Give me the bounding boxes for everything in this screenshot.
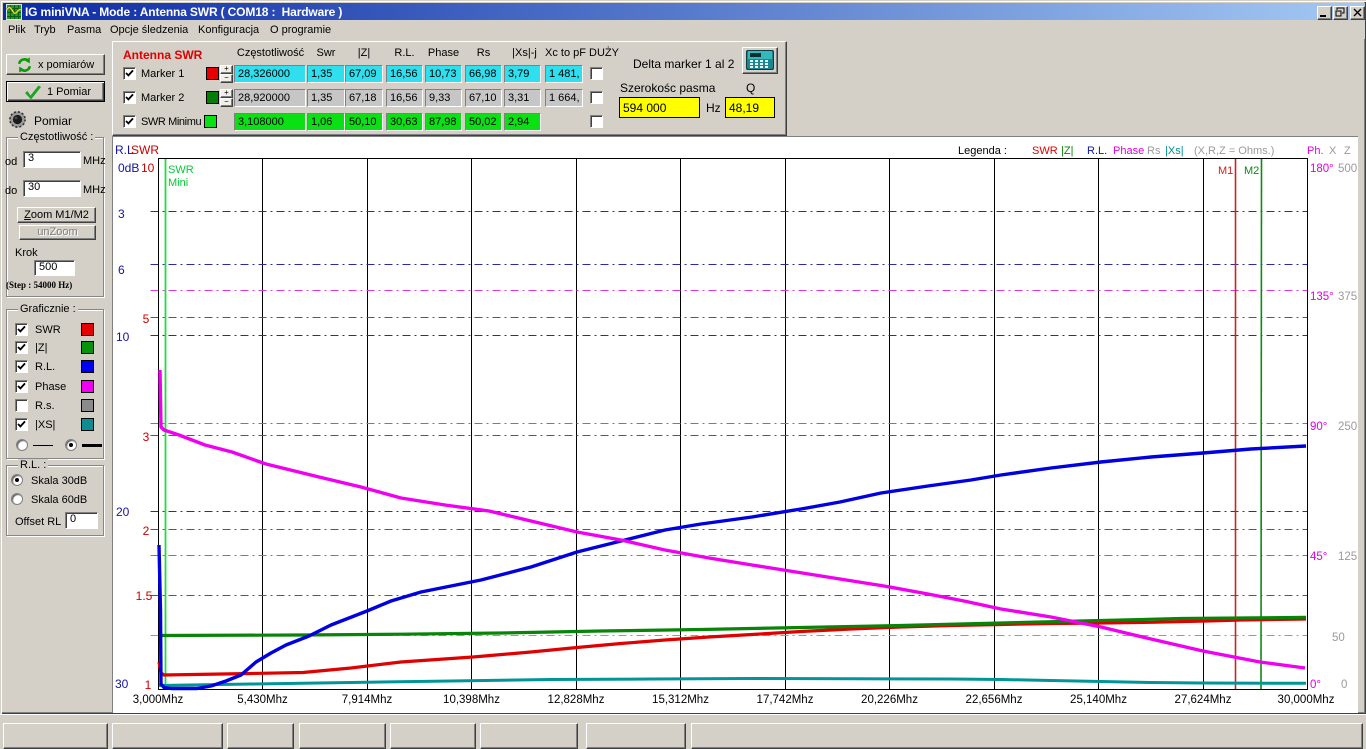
svg-text:1.5: 1.5	[136, 589, 153, 603]
svg-text:Phase: Phase	[1113, 145, 1144, 157]
svg-text:(X,R,Z = Ohms.): (X,R,Z = Ohms.)	[1194, 145, 1274, 157]
svg-text:45°: 45°	[1310, 551, 1327, 563]
svg-text:20,226Mhz: 20,226Mhz	[861, 694, 918, 706]
svg-text:10,398Mhz: 10,398Mhz	[443, 694, 500, 706]
svg-text:5: 5	[143, 312, 150, 326]
svg-text:|Z|: |Z|	[1061, 145, 1073, 157]
svg-text:12,828Mhz: 12,828Mhz	[548, 694, 605, 706]
svg-text:17,742Mhz: 17,742Mhz	[757, 694, 814, 706]
svg-text:25,140Mhz: 25,140Mhz	[1070, 694, 1127, 706]
svg-text:SWR: SWR	[168, 164, 194, 176]
svg-text:0°: 0°	[1310, 679, 1321, 691]
svg-text:2: 2	[143, 524, 150, 538]
svg-text:375: 375	[1338, 291, 1357, 303]
svg-text:20: 20	[116, 505, 130, 519]
svg-text:1: 1	[145, 678, 152, 692]
svg-text:22,656Mhz: 22,656Mhz	[966, 694, 1023, 706]
svg-text:Mini: Mini	[168, 177, 188, 189]
svg-text:X: X	[1329, 145, 1337, 157]
svg-text:125: 125	[1338, 551, 1357, 563]
svg-text:M2: M2	[1244, 165, 1259, 177]
svg-text:Legenda :: Legenda :	[958, 145, 1007, 157]
svg-text:Z: Z	[1344, 145, 1351, 157]
svg-text:6: 6	[118, 263, 125, 277]
svg-text:250: 250	[1338, 421, 1357, 433]
svg-text:3: 3	[118, 207, 125, 221]
svg-text:3: 3	[143, 430, 150, 444]
svg-text:30: 30	[115, 677, 129, 691]
svg-text:SWR: SWR	[1032, 145, 1058, 157]
svg-text:3,000Mhz: 3,000Mhz	[133, 694, 184, 706]
svg-text:500: 500	[1338, 163, 1357, 175]
svg-text:0dB: 0dB	[118, 161, 139, 175]
svg-text:M1: M1	[1218, 165, 1233, 177]
svg-text:10: 10	[116, 330, 130, 344]
svg-text:Rs: Rs	[1147, 145, 1161, 157]
svg-text:|Xs|: |Xs|	[1165, 145, 1184, 157]
svg-text:180°: 180°	[1310, 163, 1334, 175]
svg-text:Ph.: Ph.	[1307, 145, 1324, 157]
svg-text:10: 10	[141, 161, 155, 175]
svg-text:SWR: SWR	[131, 143, 159, 157]
svg-text:27,624Mhz: 27,624Mhz	[1175, 694, 1232, 706]
svg-text:30,000Mhz: 30,000Mhz	[1278, 694, 1335, 706]
svg-text:135°: 135°	[1310, 291, 1334, 303]
svg-text:7,914Mhz: 7,914Mhz	[342, 694, 393, 706]
svg-text:0: 0	[1341, 679, 1347, 691]
svg-text:15,312Mhz: 15,312Mhz	[652, 694, 709, 706]
svg-text:50: 50	[1332, 632, 1345, 644]
svg-text:R.L.: R.L.	[1087, 145, 1107, 157]
svg-text:90°: 90°	[1310, 421, 1327, 433]
svg-text:5,430Mhz: 5,430Mhz	[237, 694, 288, 706]
